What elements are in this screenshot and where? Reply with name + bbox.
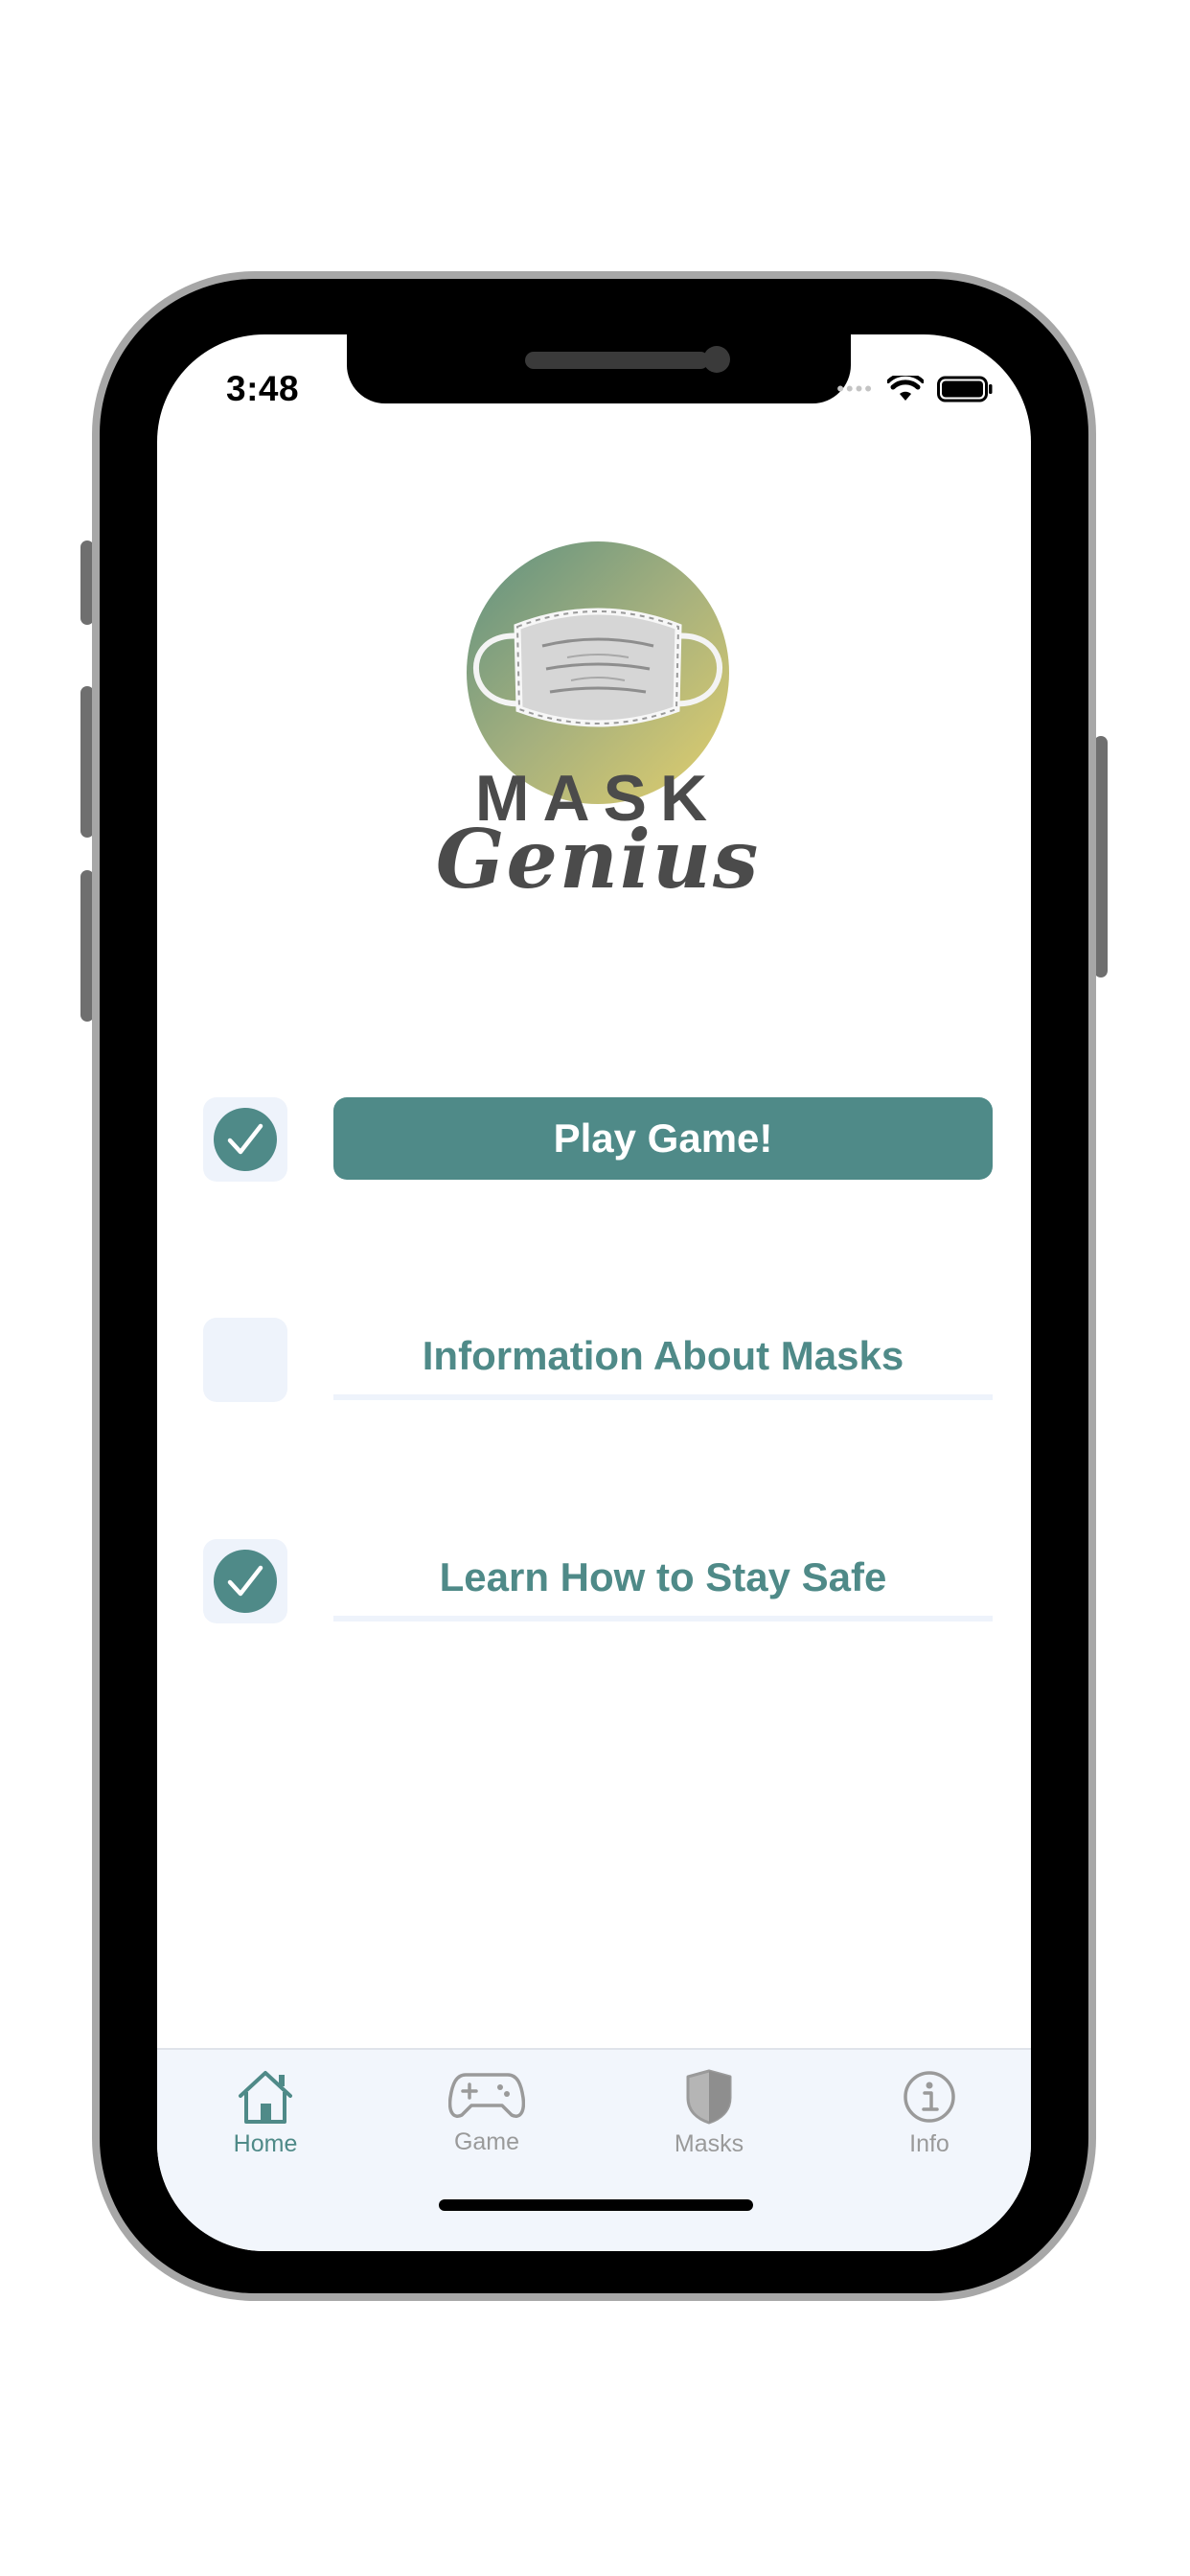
status-icons: •••• xyxy=(836,375,993,403)
menu-row-play-game: Play Game! xyxy=(203,1097,993,1182)
tab-info[interactable]: Info xyxy=(853,2069,1006,2165)
play-game-checkbox[interactable] xyxy=(203,1097,287,1182)
tab-home-label: Home xyxy=(233,2130,298,2157)
speaker xyxy=(525,352,709,369)
signal-icon: •••• xyxy=(836,377,874,401)
learn-stay-safe-button[interactable]: Learn How to Stay Safe xyxy=(333,1539,993,1622)
app-logo: MASK Genius xyxy=(436,540,758,914)
status-time: 3:48 xyxy=(226,369,300,408)
info-icon xyxy=(904,2071,955,2123)
menu-row-information: Information About Masks xyxy=(203,1318,993,1402)
wifi-icon xyxy=(887,376,924,401)
tab-bar: Home Game Masks Info xyxy=(157,2048,1031,2251)
tab-game[interactable]: Game xyxy=(410,2069,563,2165)
logo-word-genius: Genius xyxy=(435,812,761,907)
gamepad-icon xyxy=(448,2073,525,2118)
tab-masks[interactable]: Masks xyxy=(632,2069,786,2165)
checkmark-circle xyxy=(214,1550,277,1613)
notch xyxy=(347,334,851,403)
front-camera xyxy=(703,346,730,373)
home-indicator[interactable] xyxy=(439,2199,753,2211)
play-game-button[interactable]: Play Game! xyxy=(333,1097,993,1180)
checkmark-icon xyxy=(227,1123,263,1155)
house-icon xyxy=(239,2071,292,2124)
tab-home[interactable]: Home xyxy=(189,2069,342,2165)
checkmark-icon xyxy=(227,1565,263,1597)
tab-info-label: Info xyxy=(909,2130,950,2157)
phone-screen: 3:48 •••• MASK Genius Play Game! Informa… xyxy=(157,334,1031,2251)
shield-icon xyxy=(686,2069,732,2125)
tab-game-label: Game xyxy=(453,2128,520,2155)
information-checkbox[interactable] xyxy=(203,1318,287,1402)
phone-frame: 3:48 •••• MASK Genius Play Game! Informa… xyxy=(92,271,1096,2301)
menu-row-stay-safe: Learn How to Stay Safe xyxy=(203,1539,993,1623)
checkmark-circle xyxy=(214,1108,277,1171)
tab-masks-label: Masks xyxy=(674,2130,744,2157)
battery-icon xyxy=(937,376,993,402)
phone-bezel: 3:48 •••• MASK Genius Play Game! Informa… xyxy=(100,279,1088,2293)
power-button xyxy=(1094,736,1108,978)
information-about-masks-button[interactable]: Information About Masks xyxy=(333,1318,993,1400)
stay-safe-checkbox[interactable] xyxy=(203,1539,287,1623)
